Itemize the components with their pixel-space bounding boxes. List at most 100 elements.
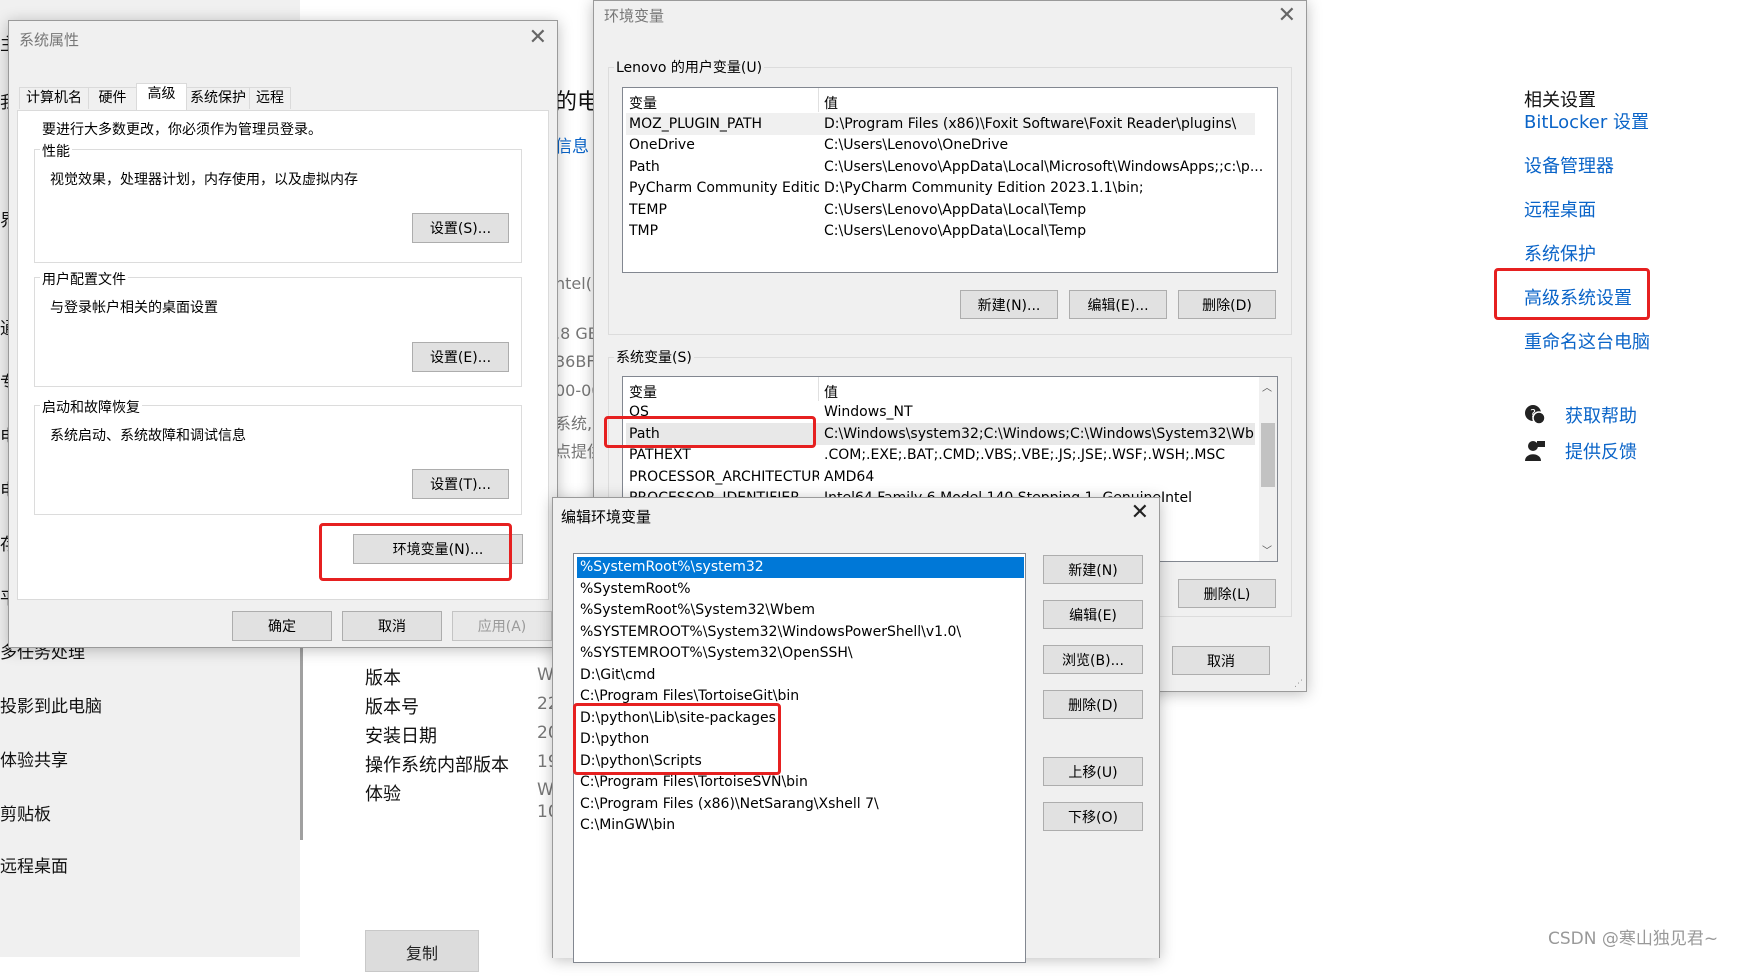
group-label: 性能 [40,141,72,161]
list-item[interactable]: C:\Program Files\TortoiseSVN\bin [577,772,1024,793]
chevron-up-icon[interactable]: ︿ [1262,379,1272,394]
bg-text-fragment: 系统, [555,414,593,433]
dialog-title: 环境变量 [604,7,665,25]
rename-pc-link[interactable]: 重命名这台电脑 [1524,328,1650,354]
get-help-link[interactable]: 获取帮助 [1565,402,1637,428]
tab-computer-name[interactable]: 计算机名 [19,87,89,109]
new-entry-button[interactable]: 新建(N) [1043,555,1143,584]
tab-system-protection[interactable]: 系统保护 [186,87,250,109]
user-edit-button[interactable]: 编辑(E)... [1069,290,1167,319]
variable-name: MOZ_PLUGIN_PATH [629,116,763,132]
delete-entry-button[interactable]: 删除(D) [1043,690,1143,719]
list-item[interactable]: %SYSTEMROOT%\System32\OpenSSH\ [577,643,1024,664]
bg-link-fragment[interactable]: 信息 [555,132,589,157]
variable-value: C:\Windows\system32;C:\Windows;C:\Window… [824,426,1254,442]
list-item[interactable]: C:\MinGW\bin [577,815,1024,836]
resize-grip-icon[interactable]: ⋰ [1294,679,1304,689]
variable-value: D:\Program Files (x86)\Foxit Software\Fo… [824,116,1237,132]
close-icon[interactable]: ✕ [529,25,547,50]
chevron-down-icon[interactable]: ﹀ [1262,542,1272,557]
feedback-link[interactable]: 提供反馈 [1565,438,1637,464]
list-item[interactable]: %SYSTEMROOT%\System32\WindowsPowerShell\… [577,622,1024,643]
nav-item-remote-desktop[interactable]: 远程桌面 [0,852,68,877]
scrollbar[interactable]: ︿ ﹀ [1259,377,1277,561]
close-icon[interactable]: ✕ [1278,3,1296,28]
variable-value: C:\Users\Lenovo\AppData\Local\Temp [824,202,1087,218]
nav-item-clipboard[interactable]: 剪贴板 [0,800,51,825]
device-manager-link[interactable]: 设备管理器 [1524,152,1614,178]
group-description: 与登录帐户相关的桌面设置 [50,300,218,316]
copy-button[interactable]: 复制 [365,930,479,972]
column-header-variable[interactable]: 变量 [629,382,657,402]
spec-label: 版本号 [365,697,419,718]
dialog-title: 系统属性 [19,31,80,49]
apply-button[interactable]: 应用(A) [452,611,552,641]
browse-button[interactable]: 浏览(B)... [1043,645,1143,674]
group-label: 系统变量(S) [614,347,694,367]
ok-button[interactable]: 确定 [232,611,332,641]
tab-remote[interactable]: 远程 [249,87,291,109]
tab-advanced[interactable]: 高级 [136,83,187,111]
variable-name[interactable]: PyCharm Community Edition [629,180,819,196]
system-properties-dialog: 系统属性 ✕ 计算机名 硬件 高级 系统保护 远程 要进行大多数更改，你必须作为… [8,20,558,648]
user-delete-button[interactable]: 删除(D) [1178,290,1276,319]
bitlocker-link[interactable]: BitLocker 设置 [1524,108,1649,134]
variable-name[interactable]: OneDrive [629,137,814,153]
column-header-variable[interactable]: 变量 [629,93,657,113]
variable-name[interactable]: TMP [629,223,814,239]
highlight-box [573,703,781,775]
variable-name[interactable]: PROCESSOR_ARCHITECTURE [629,469,819,485]
column-header-value[interactable]: 值 [824,93,838,113]
list-item[interactable]: C:\Program Files (x86)\NetSarang\Xshell … [577,794,1024,815]
variable-value: C:\Users\Lenovo\OneDrive [824,137,1009,153]
edit-entry-button[interactable]: 编辑(E) [1043,600,1143,629]
group-description: 视觉效果，处理器计划，内存使用，以及虚拟内存 [50,172,358,188]
system-delete-button[interactable]: 删除(L) [1178,579,1276,608]
variable-name[interactable]: Path [629,159,814,175]
admin-note: 要进行大多数更改，你必须作为管理员登录。 [42,122,322,138]
highlight-box [1494,268,1650,320]
variable-name[interactable]: PATHEXT [629,447,814,463]
cancel-button[interactable]: 取消 [342,611,442,641]
scrollbar[interactable] [300,640,303,840]
group-label: 启动和故障恢复 [40,397,142,417]
highlight-box [319,523,512,581]
list-item[interactable]: D:\Git\cmd [577,665,1024,686]
list-item[interactable]: %SystemRoot% [577,579,1024,600]
move-down-button[interactable]: 下移(O) [1043,802,1143,831]
scrollbar-thumb[interactable] [1261,423,1275,487]
variable-value: AMD64 [824,469,875,485]
column-divider [818,88,819,112]
performance-group [34,149,522,263]
group-label: 用户配置文件 [40,269,128,289]
variable-value: Windows_NT [824,404,913,420]
user-profiles-settings-button[interactable]: 设置(E)... [412,342,509,372]
column-header-value[interactable]: 值 [824,382,838,402]
system-protection-link[interactable]: 系统保护 [1524,240,1596,266]
env-cancel-button[interactable]: 取消 [1172,646,1270,675]
help-icon: ? [1525,405,1546,425]
group-label: Lenovo 的用户变量(U) [614,57,765,77]
startup-recovery-settings-button[interactable]: 设置(T)... [412,469,509,499]
move-up-button[interactable]: 上移(U) [1043,757,1143,786]
list-item[interactable]: %SystemRoot%\System32\Wbem [577,600,1024,621]
group-description: 系统启动、系统故障和调试信息 [50,428,246,444]
feedback-icon [1525,441,1545,461]
nav-item-shared-experience[interactable]: 体验共享 [0,746,68,771]
column-divider [818,377,819,401]
highlight-box [604,416,816,448]
tab-hardware[interactable]: 硬件 [88,87,137,109]
svg-text:?: ? [1530,407,1536,420]
spec-label: 体验 [365,784,401,805]
performance-settings-button[interactable]: 设置(S)... [412,213,509,243]
nav-item-project[interactable]: 投影到此电脑 [0,692,102,717]
user-variables-list[interactable]: 变量 值 MOZ_PLUGIN_PATH D:\Program Files (x… [622,87,1278,273]
list-item[interactable]: %SystemRoot%\system32 [577,557,1024,578]
remote-desktop-link[interactable]: 远程桌面 [1524,196,1596,222]
user-new-button[interactable]: 新建(N)... [960,290,1058,319]
spec-label: 操作系统内部版本 [365,755,509,776]
close-icon[interactable]: ✕ [1131,500,1149,525]
tab-panel: 要进行大多数更改，你必须作为管理员登录。 性能 视觉效果，处理器计划，内存使用，… [17,110,549,600]
variable-name[interactable]: TEMP [629,202,814,218]
spec-label: 安装日期 [365,726,437,747]
